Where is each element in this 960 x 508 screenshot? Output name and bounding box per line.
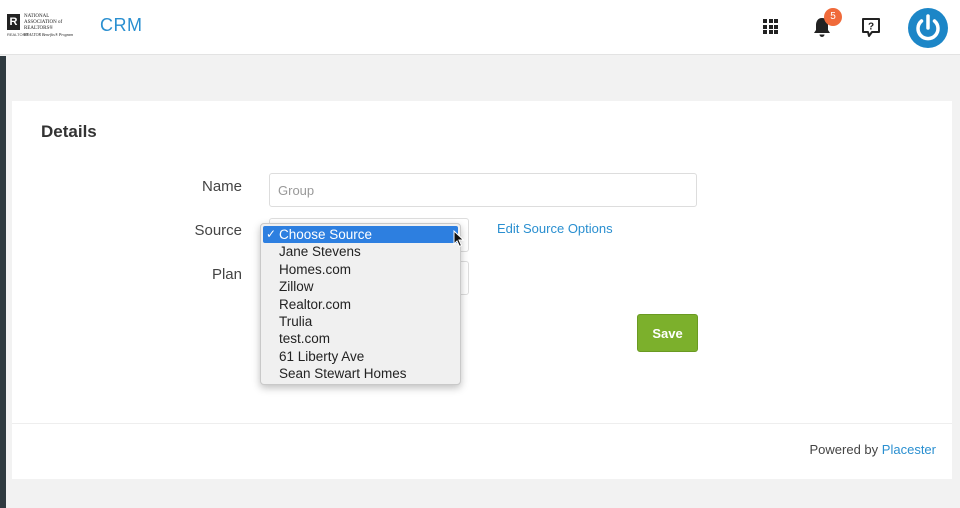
dropdown-option-label: Choose Source <box>279 227 373 242</box>
realtor-logo[interactable]: R REALTOR® NATIONAL ASSOCIATION of REALT… <box>7 14 87 40</box>
section-title: Details <box>41 122 97 141</box>
name-label: Name <box>201 178 242 195</box>
logo-line-2: ASSOCIATION of <box>24 20 63 25</box>
mouse-cursor-icon <box>453 230 465 248</box>
dropdown-option-selected[interactable]: ✓ Choose Source <box>263 226 458 244</box>
dropdown-option[interactable]: Jane Stevens <box>261 243 460 260</box>
plan-label: Plan <box>211 266 242 283</box>
realtor-r-mark: R <box>7 14 20 30</box>
notification-badge[interactable]: 5 <box>824 8 842 26</box>
help-icon[interactable]: ? <box>860 16 882 38</box>
apps-grid-icon[interactable] <box>763 19 778 34</box>
dropdown-option[interactable]: Sean Stewart Homes <box>261 365 460 382</box>
save-button[interactable]: Save <box>637 314 698 352</box>
powered-by-text: Powered by <box>809 442 879 457</box>
powered-by: Powered by Placester <box>810 442 936 457</box>
placester-link[interactable]: Placester <box>882 442 936 457</box>
logo-line-4: REALTOR Benefits® Program <box>24 32 74 37</box>
edit-source-options-link[interactable]: Edit Source Options <box>497 221 613 236</box>
logo-line-3: REALTORS® <box>24 26 54 31</box>
details-card: Details Name Source Edit Source Options … <box>12 101 952 479</box>
dropdown-option[interactable]: Homes.com <box>261 261 460 278</box>
user-avatar[interactable] <box>908 8 948 48</box>
dropdown-option[interactable]: Realtor.com <box>261 296 460 313</box>
dropdown-option[interactable]: Zillow <box>261 278 460 295</box>
dropdown-option[interactable]: 61 Liberty Ave <box>261 348 460 365</box>
app-name[interactable]: CRM <box>100 15 143 36</box>
source-label: Source <box>194 222 242 239</box>
power-icon <box>916 14 940 41</box>
name-input[interactable] <box>269 173 697 207</box>
checkmark-icon: ✓ <box>266 227 277 241</box>
source-dropdown-menu[interactable]: ✓ Choose Source Jane Stevens Homes.com Z… <box>260 223 461 385</box>
svg-text:?: ? <box>868 22 874 33</box>
top-navbar: R REALTOR® NATIONAL ASSOCIATION of REALT… <box>0 0 960 55</box>
dropdown-option[interactable]: Trulia <box>261 313 460 330</box>
logo-line-1: NATIONAL <box>24 14 50 19</box>
card-divider <box>12 423 952 424</box>
left-sidebar-edge <box>0 56 6 508</box>
dropdown-option[interactable]: test.com <box>261 330 460 347</box>
